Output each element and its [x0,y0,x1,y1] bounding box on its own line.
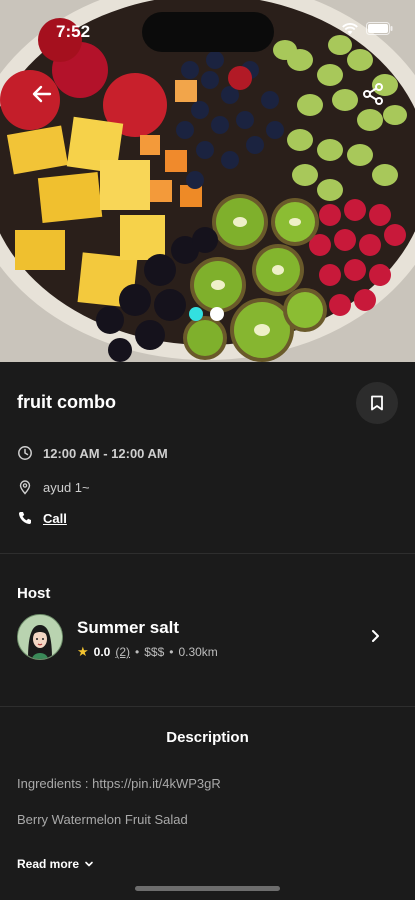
host-meta: ★ 0.0 (2) • $$$ • 0.30km [77,644,218,660]
phone-icon [17,510,33,526]
bookmark-button[interactable] [356,382,398,424]
chevron-right-icon[interactable] [367,628,383,644]
host-heading: Host [17,585,51,602]
location-pin-icon [17,479,33,495]
status-bar: 7:52 [0,0,415,60]
status-time: 7:52 [56,22,91,41]
separator-dot: • [135,645,140,659]
divider [0,553,415,554]
call-row[interactable]: Call [17,510,67,526]
bookmark-icon [371,395,383,411]
description-line: Berry Watermelon Fruit Salad [17,812,188,827]
chevron-down-icon [85,861,93,867]
home-indicator [135,886,280,891]
event-time: 12:00 AM - 12:00 AM [43,445,168,461]
carousel-indicator [189,307,224,321]
share-button[interactable] [359,80,387,108]
wifi-icon [342,23,358,35]
host-rating: 0.0 [93,645,111,659]
camera-notch [142,12,274,52]
clock-icon [17,445,33,461]
read-more-label: Read more [17,857,80,871]
read-more-button[interactable]: Read more [17,857,95,871]
star-icon: ★ [77,644,89,659]
review-count[interactable]: (2) [115,645,130,659]
arrow-left-icon [32,85,52,103]
description-line: Ingredients : https://pin.it/4kWP3gR [17,776,221,791]
event-title: fruit combo [17,392,116,412]
share-icon [363,83,383,105]
price-level: $$$ [144,645,165,659]
hero-image[interactable]: 7:52 [0,0,415,362]
event-location-row: ayud 1~ [17,479,90,495]
separator-dot: • [169,645,174,659]
back-button[interactable] [28,80,56,108]
host-distance: 0.30km [178,645,218,659]
host-avatar [17,614,63,660]
event-time-row: 12:00 AM - 12:00 AM [17,445,168,461]
call-link[interactable]: Call [43,511,67,526]
status-icons [341,22,393,35]
divider [0,706,415,707]
host-name: Summer salt [77,618,180,637]
event-location: ayud 1~ [43,479,90,495]
carousel-dot[interactable] [210,307,224,321]
description-heading: Description [166,729,249,746]
host-card[interactable]: Summer salt ★ 0.0 (2) • $$$ • 0.30km [17,614,397,660]
battery-icon [366,22,393,35]
carousel-dot-active[interactable] [189,307,203,321]
